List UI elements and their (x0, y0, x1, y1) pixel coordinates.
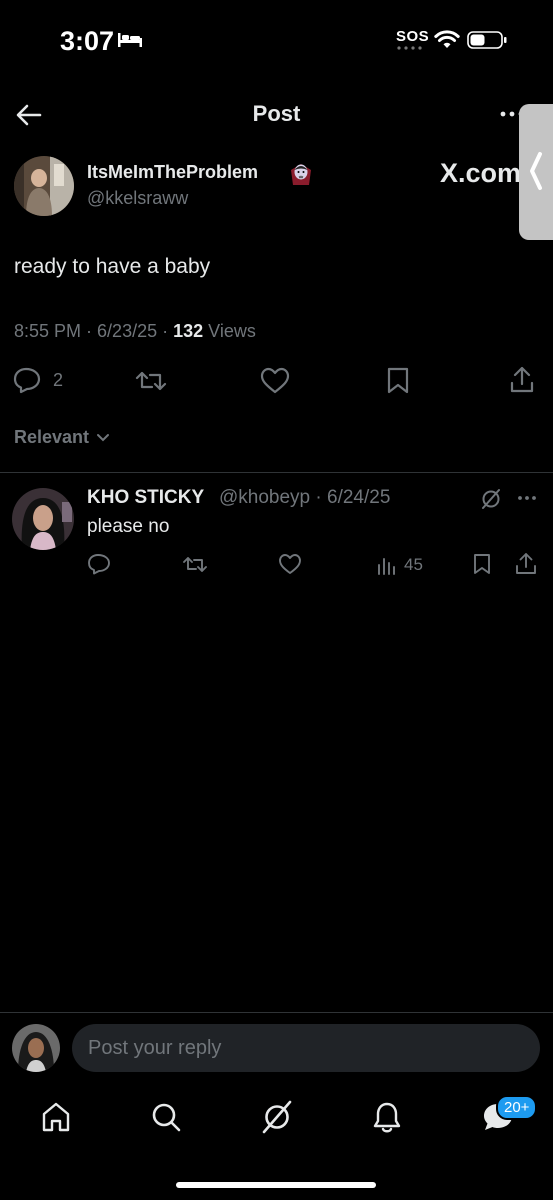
views-icon (378, 558, 395, 575)
post-text: ready to have a baby (14, 255, 211, 278)
home-indicator (176, 1182, 376, 1188)
composer-divider (0, 1012, 553, 1013)
reply-input[interactable] (72, 1024, 540, 1072)
sos-indicator: SOS (396, 28, 430, 45)
notifications-icon[interactable] (372, 1100, 402, 1134)
current-user-avatar[interactable] (12, 1024, 60, 1072)
sort-dropdown[interactable]: Relevant (14, 427, 110, 448)
bookmark-icon[interactable] (386, 366, 410, 394)
vampire-emoji-icon (291, 164, 311, 185)
repost-icon[interactable] (135, 368, 167, 394)
reply-bookmark-icon[interactable] (472, 553, 492, 575)
reply-author-name[interactable]: KHO STICKY (87, 487, 204, 509)
reply-author-handle: @khobeyp (219, 487, 311, 508)
xcom-overlay-label: X.com (440, 158, 522, 188)
author-handle[interactable]: @kkelsraww (87, 188, 188, 209)
post-date: 6/23/25 (97, 321, 158, 341)
messages-badge: 20+ (496, 1095, 538, 1120)
reply-date: 6/24/25 (327, 487, 391, 508)
reply-reply-icon[interactable] (87, 553, 111, 575)
reply-like-icon[interactable] (278, 553, 302, 575)
reply-share-icon[interactable] (515, 552, 537, 575)
home-icon[interactable] (40, 1101, 72, 1133)
reply-avatar[interactable] (12, 488, 74, 550)
views-label: Views (208, 321, 256, 341)
author-name[interactable]: ItsMeImTheProblem (87, 162, 258, 183)
wifi-icon (434, 30, 460, 48)
author-avatar[interactable] (14, 156, 74, 216)
grok-icon[interactable] (480, 487, 502, 511)
status-time: 3:07 (60, 26, 115, 56)
grok-tab-icon[interactable] (260, 1099, 294, 1135)
chevron-down-icon (97, 434, 110, 442)
share-icon[interactable] (509, 365, 535, 394)
post-meta: 8:55 PM · 6/23/25 · 132 Views (14, 321, 256, 341)
reply-more-icon[interactable] (516, 492, 538, 504)
page-title: Post (252, 101, 301, 126)
reply-views-count: 45 (404, 555, 423, 574)
reply-repost-icon[interactable] (182, 554, 208, 575)
post-time: 8:55 PM (14, 321, 82, 341)
views-count: 132 (173, 321, 204, 341)
chevron-left-icon[interactable] (528, 150, 544, 192)
reply-icon[interactable] (12, 366, 42, 394)
divider (0, 472, 553, 473)
signal-dots-icon (397, 46, 422, 50)
battery-icon (467, 31, 507, 49)
search-icon[interactable] (150, 1101, 182, 1133)
like-icon[interactable] (260, 367, 290, 394)
reply-text: please no (87, 516, 170, 537)
sort-label: Relevant (14, 427, 90, 447)
sleep-focus-icon (118, 33, 142, 47)
reply-count: 2 (53, 370, 64, 390)
reply-author-meta[interactable]: @khobeyp · 6/24/25 (219, 487, 390, 509)
